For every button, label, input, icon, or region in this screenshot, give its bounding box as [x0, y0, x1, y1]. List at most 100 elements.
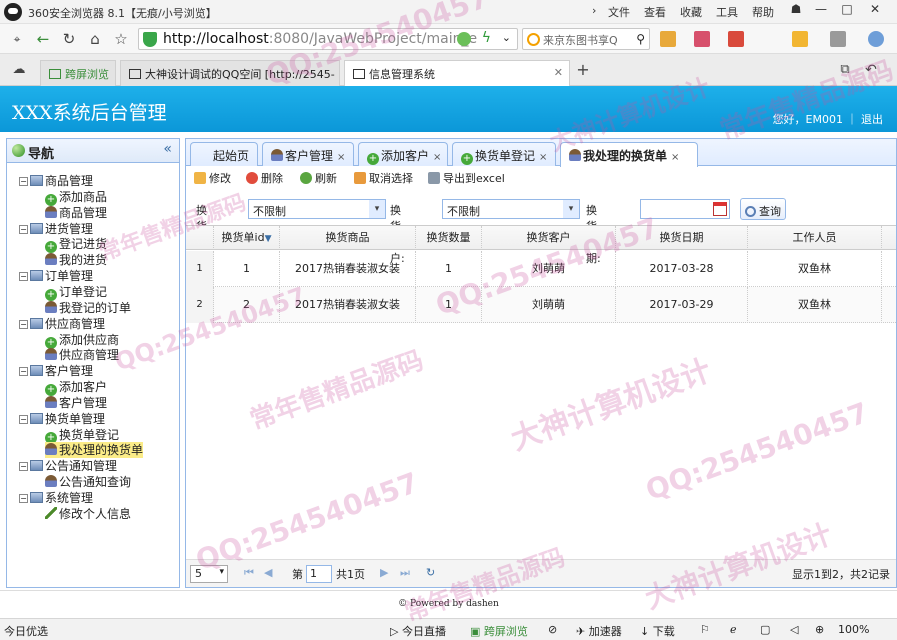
close-tab-icon[interactable]: × — [539, 152, 547, 163]
next-page-icon[interactable]: ▶ — [380, 566, 388, 579]
status-flag-icon[interactable]: ⚐ — [700, 623, 710, 636]
menu-help[interactable]: 帮助 — [752, 4, 774, 20]
collapse-toggle-icon[interactable]: − — [19, 177, 28, 186]
tab-add-customer[interactable]: + 添加客户 × — [358, 142, 448, 166]
home-icon[interactable]: ⌂ — [84, 28, 106, 50]
maximize-icon[interactable]: □ — [836, 2, 858, 20]
compat-mode-icon[interactable] — [457, 32, 471, 46]
query-button[interactable]: 查询 — [740, 198, 786, 220]
refresh-button[interactable]: 刷新 — [300, 170, 337, 186]
edit-button[interactable]: 修改 — [194, 170, 231, 186]
nav-item[interactable]: 我的进货 — [45, 252, 107, 268]
prev-page-icon[interactable]: ◀ — [264, 566, 272, 579]
extension-zoom-icon[interactable] — [868, 31, 884, 47]
menu-view[interactable]: 查看 — [644, 4, 666, 20]
status-zoom-icon[interactable]: ⊕ — [815, 623, 824, 636]
nav-item[interactable]: + 换货单登记 — [45, 427, 119, 444]
nav-group[interactable]: − 订单管理 — [19, 268, 93, 284]
nav-item[interactable]: + 登记进货 — [45, 236, 107, 254]
status-accelerator[interactable]: ✈ 加速器 — [576, 623, 622, 639]
collapse-toggle-icon[interactable]: − — [19, 367, 28, 377]
nav-group[interactable]: − 客户管理 — [19, 363, 93, 379]
restore-tabs-icon[interactable]: ⧉ — [834, 59, 856, 81]
browser-tab-qq[interactable]: 大神设计调试的QQ空间 [http://2545- — [120, 60, 340, 86]
nav-item[interactable]: 商品管理 — [45, 205, 107, 221]
url-dropdown-icon[interactable]: ⌄ — [502, 31, 511, 44]
collapse-toggle-icon[interactable]: − — [19, 414, 28, 424]
status-volume-icon[interactable]: ◁ — [790, 623, 798, 636]
nav-item[interactable]: 我登记的订单 — [45, 300, 131, 316]
nav-item[interactable]: 修改个人信息 — [45, 506, 131, 522]
extension-icon[interactable] — [660, 31, 676, 47]
refresh-grid-icon[interactable]: ↻ — [426, 566, 435, 579]
cloud-icon[interactable]: ☁ — [8, 59, 30, 81]
table-row[interactable]: 2 2 2017热销春装淑女装 1 刘萌萌 2017-03-29 双鱼林 — [186, 287, 896, 323]
cancel-select-button[interactable]: 取消选择 — [354, 170, 413, 186]
close-tab-icon[interactable]: × — [433, 152, 441, 163]
date-input[interactable] — [640, 199, 730, 219]
skin-icon[interactable]: ☗ — [785, 2, 807, 20]
last-page-icon[interactable]: ⏭ — [400, 566, 410, 580]
extension-gift-icon[interactable] — [792, 31, 808, 47]
close-tab-icon[interactable]: ✕ — [554, 66, 563, 79]
column-header-product[interactable]: 换货商品 — [280, 226, 416, 250]
nav-group[interactable]: − 换货单管理 — [19, 411, 105, 427]
close-tab-icon[interactable]: × — [671, 152, 679, 163]
nav-item[interactable]: 客户管理 — [45, 395, 107, 411]
menu-arrow-icon[interactable]: › — [592, 4, 596, 17]
first-page-icon[interactable]: ⏮ — [244, 566, 254, 580]
nav-group[interactable]: − 供应商管理 — [19, 316, 105, 332]
page-number-input[interactable]: 1 — [306, 565, 332, 583]
tab-my-exchanges[interactable]: 我处理的换货单 × — [560, 142, 698, 167]
search-input[interactable]: 来京东图书享Q — [543, 32, 633, 48]
column-header-customer[interactable]: 换货客户 — [482, 226, 616, 250]
tab-start-page[interactable]: 起始页 — [190, 142, 258, 166]
extension-ad-icon[interactable] — [728, 31, 744, 47]
extension-mail-icon[interactable] — [694, 31, 710, 47]
nav-item[interactable]: 公告通知查询 — [45, 474, 131, 490]
nav-item[interactable]: + 添加供应商 — [45, 332, 119, 349]
collapse-toggle-icon[interactable]: − — [19, 272, 28, 282]
tab-exchange-register[interactable]: + 换货单登记 × — [452, 142, 556, 166]
status-today-picks[interactable]: 今日优选 — [4, 623, 48, 639]
pin-icon[interactable]: ⌖ — [6, 28, 28, 50]
close-tab-icon[interactable]: × — [337, 152, 345, 163]
collapse-toggle-icon[interactable]: − — [19, 462, 28, 472]
status-shield-icon[interactable]: ⊘ — [548, 623, 557, 636]
collapse-icon[interactable]: « — [163, 141, 172, 157]
speed-mode-icon[interactable]: ϟ — [482, 30, 491, 46]
nav-group[interactable]: − 商品管理 — [19, 173, 93, 189]
extension-screenshot-icon[interactable] — [830, 31, 846, 47]
status-download[interactable]: ↓ 下载 — [640, 623, 675, 639]
new-tab-button[interactable]: + — [572, 59, 594, 81]
collapse-toggle-icon[interactable]: − — [19, 319, 28, 329]
minimize-icon[interactable]: — — [810, 2, 832, 20]
delete-button[interactable]: 删除 — [246, 170, 283, 186]
page-size-select[interactable]: 5 ▾ — [190, 565, 228, 583]
nav-group[interactable]: − 进货管理 — [19, 221, 93, 237]
calendar-icon[interactable] — [713, 202, 727, 216]
nav-item[interactable]: 供应商管理 — [45, 347, 119, 363]
column-header-id[interactable]: 换货单id▼ — [214, 226, 280, 250]
tab-customer-manage[interactable]: 客户管理 × — [262, 142, 354, 166]
search-field[interactable]: 来京东图书享Q ⚲ — [522, 28, 650, 50]
menu-file[interactable]: 文件 — [608, 4, 630, 20]
user-info[interactable]: 您好，EM001 ｜ 退出 — [773, 111, 883, 127]
search-icon[interactable]: ⚲ — [636, 32, 645, 46]
url-field[interactable]: http://localhost:8080/JavaWebProject/mai… — [138, 28, 518, 50]
status-ie-icon[interactable]: ℯ — [730, 623, 737, 636]
undo-close-icon[interactable]: ↶ — [860, 59, 882, 81]
browser-tab-cross-screen[interactable]: 跨屏浏览 — [40, 60, 116, 86]
collapse-toggle-icon[interactable]: − — [19, 224, 28, 234]
back-icon[interactable]: ← — [32, 28, 54, 50]
refresh-icon[interactable]: ↻ — [58, 28, 80, 50]
customer-select[interactable]: 不限制 ▾ — [442, 199, 580, 219]
status-cross-screen[interactable]: ▣ 跨屏浏览 — [470, 623, 528, 639]
nav-item[interactable]: + 添加商品 — [45, 189, 107, 206]
status-live[interactable]: ▷ 今日直播 — [390, 623, 446, 639]
browser-tab-info-system[interactable]: 信息管理系统 ✕ — [344, 60, 570, 87]
column-header-qty[interactable]: 换货数量 — [416, 226, 482, 250]
collapse-toggle-icon[interactable]: − — [19, 494, 28, 503]
menu-favorites[interactable]: 收藏 — [680, 4, 702, 20]
table-row[interactable]: 1 1 2017热销春装淑女装 1 刘萌萌 2017-03-28 双鱼林 — [186, 251, 896, 287]
